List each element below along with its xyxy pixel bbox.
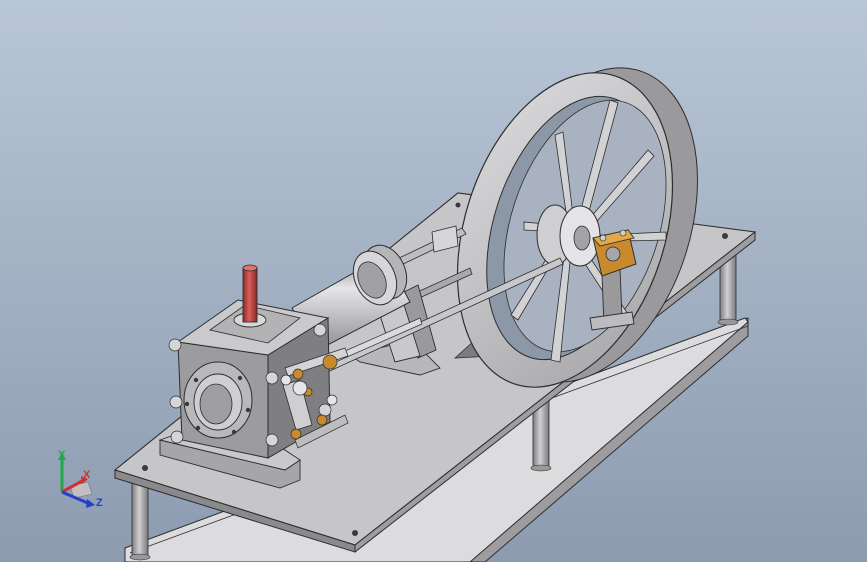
x-axis-label: X [83, 469, 91, 481]
steam-engine-model[interactable]: Y X Z [0, 0, 867, 562]
cad-viewport[interactable]: Y X Z [0, 0, 867, 562]
z-axis-label: Z [96, 497, 103, 509]
y-axis-label: Y [58, 449, 66, 461]
